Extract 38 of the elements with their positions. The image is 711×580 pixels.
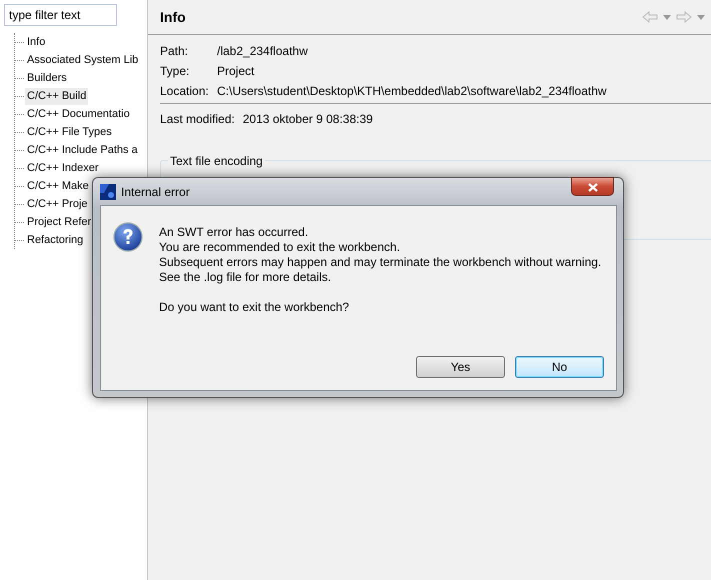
forward-icon[interactable] xyxy=(676,11,692,23)
close-icon xyxy=(588,182,598,192)
tree-item[interactable]: Project Refer xyxy=(25,214,94,230)
message-text: You are recommended to exit the workbench. xyxy=(159,240,402,255)
field-label: Last modified: xyxy=(160,111,235,128)
dropdown-icon[interactable] xyxy=(697,14,705,20)
question-icon xyxy=(113,222,143,252)
tree-item[interactable]: C/C++ Make xyxy=(25,178,91,194)
dialog-button[interactable]: Yes xyxy=(416,356,505,378)
filter-field[interactable]: type filter text xyxy=(4,4,117,26)
dropdown-icon[interactable] xyxy=(663,14,671,20)
default-button[interactable]: No xyxy=(515,356,604,378)
tree-item[interactable]: C/C++ Indexer xyxy=(25,160,101,176)
question-text: Do you want to exit the workbench? xyxy=(159,300,350,315)
tree-item[interactable]: C/C++ File Types xyxy=(25,124,114,140)
field-value: 2013 oktober 9 08:38:39 xyxy=(242,111,373,128)
back-icon[interactable] xyxy=(642,11,658,23)
message-text: An SWT error has occurred. xyxy=(159,225,310,240)
field-label: Type: xyxy=(160,63,190,80)
app-icon xyxy=(100,184,116,200)
field-value: C:\Users\student\Desktop\KTH\embedded\lab2\software\lab2_234floathw xyxy=(217,83,607,100)
tree-item[interactable]: Associated System Lib xyxy=(25,52,140,68)
tree-item[interactable]: C/C++ Proje xyxy=(25,196,90,212)
message-text: See the .log file for more details. xyxy=(159,270,332,285)
field-label: Location: xyxy=(160,83,210,100)
tree-item[interactable]: Builders xyxy=(25,70,69,86)
tree-item[interactable]: Refactoring xyxy=(25,232,86,248)
tree-item[interactable]: C/C++ Include Paths a xyxy=(25,142,140,158)
dialog-title: Internal error xyxy=(121,184,190,200)
message-text: Subsequent errors may happen and may terminate the workbench without warning. xyxy=(159,255,602,270)
tree-item[interactable]: Info xyxy=(25,34,48,50)
close-button[interactable] xyxy=(571,177,614,196)
tree-item[interactable]: C/C++ Documentatio xyxy=(25,106,132,122)
page-title: Info xyxy=(160,8,186,26)
tree-item[interactable]: C/C++ Build xyxy=(25,88,88,104)
field-value: /lab2_234floathw xyxy=(217,43,308,60)
field-label: Path: xyxy=(160,43,190,60)
field-value: Project xyxy=(217,63,254,80)
